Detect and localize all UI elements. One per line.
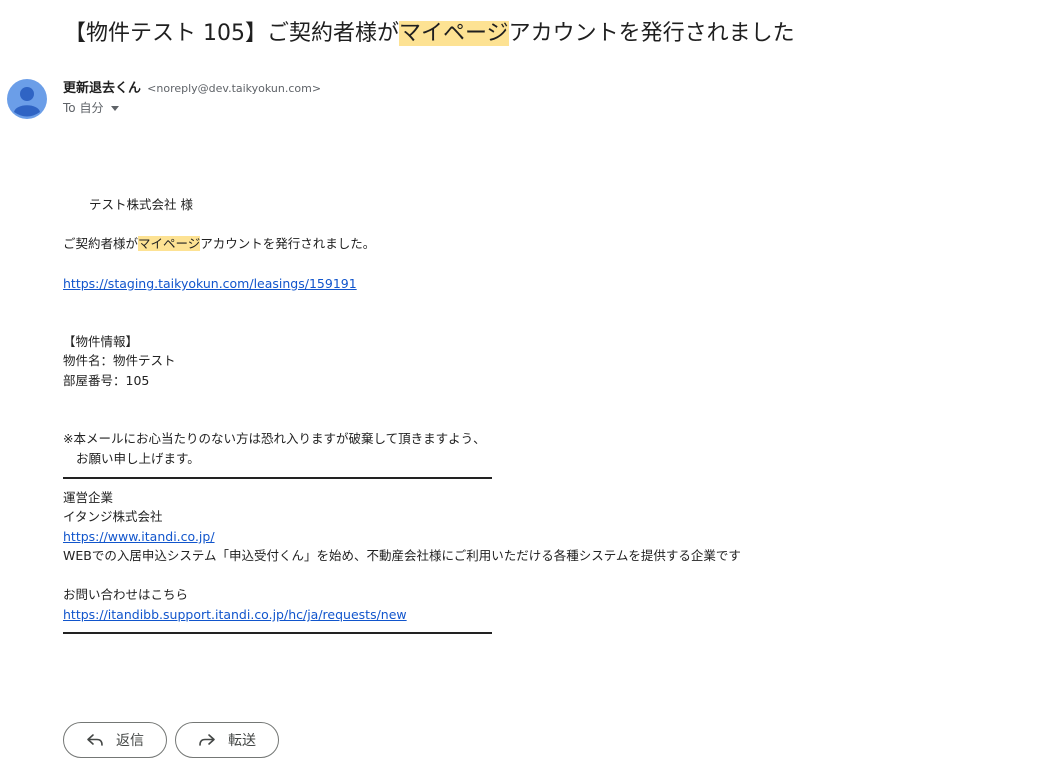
divider-bottom	[63, 632, 492, 634]
company-description: WEBでの入居申込システム「申込受付くん」を始め、不動産会社様にご利用いただける…	[63, 548, 741, 563]
info-heading: 【物件情報】	[63, 334, 139, 349]
subject-text-post: アカウントを発行されました	[508, 21, 795, 46]
intro-line: ご契約者様がマイページアカウントを発行されました。	[63, 235, 375, 253]
intro-text-pre: ご契約者様が	[63, 236, 139, 251]
operator-heading: 運営企業	[63, 490, 114, 505]
subject-text-pre: 【物件テスト 105】ご契約者様が	[64, 21, 399, 46]
company-url-line: https://www.itandi.co.jp/	[63, 528, 215, 546]
forward-label: 転送	[228, 733, 256, 749]
contact-url-link[interactable]: https://itandibb.support.itandi.co.jp/hc…	[63, 607, 407, 622]
notice-line-1: ※本メールにお心当たりのない方は恐れ入りますが破棄して頂きますよう、	[63, 431, 486, 446]
person-avatar-icon[interactable]	[7, 79, 47, 119]
reply-button[interactable]: 返信	[63, 722, 167, 758]
room-number: 部屋番号：105	[63, 373, 150, 388]
sender-name[interactable]: 更新退去くん	[63, 81, 141, 96]
leasing-link[interactable]: https://staging.taikyokun.com/leasings/1…	[63, 276, 357, 291]
greeting: テスト株式会社 様	[89, 197, 193, 212]
leasing-link-line: https://staging.taikyokun.com/leasings/1…	[63, 275, 357, 293]
property-name: 物件名：物件テスト	[63, 353, 176, 368]
contact-label: お問い合わせはこちら	[63, 587, 189, 602]
intro-text-post: アカウントを発行されました。	[200, 236, 376, 251]
notice-line-2: お願い申し上げます。	[76, 451, 200, 466]
sender-email: <noreply@dev.taikyokun.com>	[147, 82, 322, 95]
company-url-link[interactable]: https://www.itandi.co.jp/	[63, 529, 215, 544]
subject-highlight: マイページ	[399, 21, 509, 46]
divider-top	[63, 477, 492, 479]
sender[interactable]: 更新退去くん <noreply@dev.taikyokun.com>	[63, 80, 321, 98]
contact-url-line: https://itandibb.support.itandi.co.jp/hc…	[63, 606, 407, 624]
reply-label: 返信	[116, 733, 144, 749]
company-name: イタンジ株式会社	[63, 509, 163, 524]
caret-down-icon[interactable]	[111, 106, 120, 111]
recipient-toggle[interactable]: To 自分	[63, 99, 120, 117]
reply-arrow-icon	[87, 734, 103, 746]
forward-arrow-icon	[199, 734, 215, 746]
forward-button[interactable]: 転送	[175, 722, 279, 758]
recipient-label: To 自分	[63, 101, 104, 115]
email-subject: 【物件テスト 105】ご契約者様がマイページアカウントを発行されました	[64, 16, 795, 52]
intro-highlight: マイページ	[138, 236, 201, 251]
